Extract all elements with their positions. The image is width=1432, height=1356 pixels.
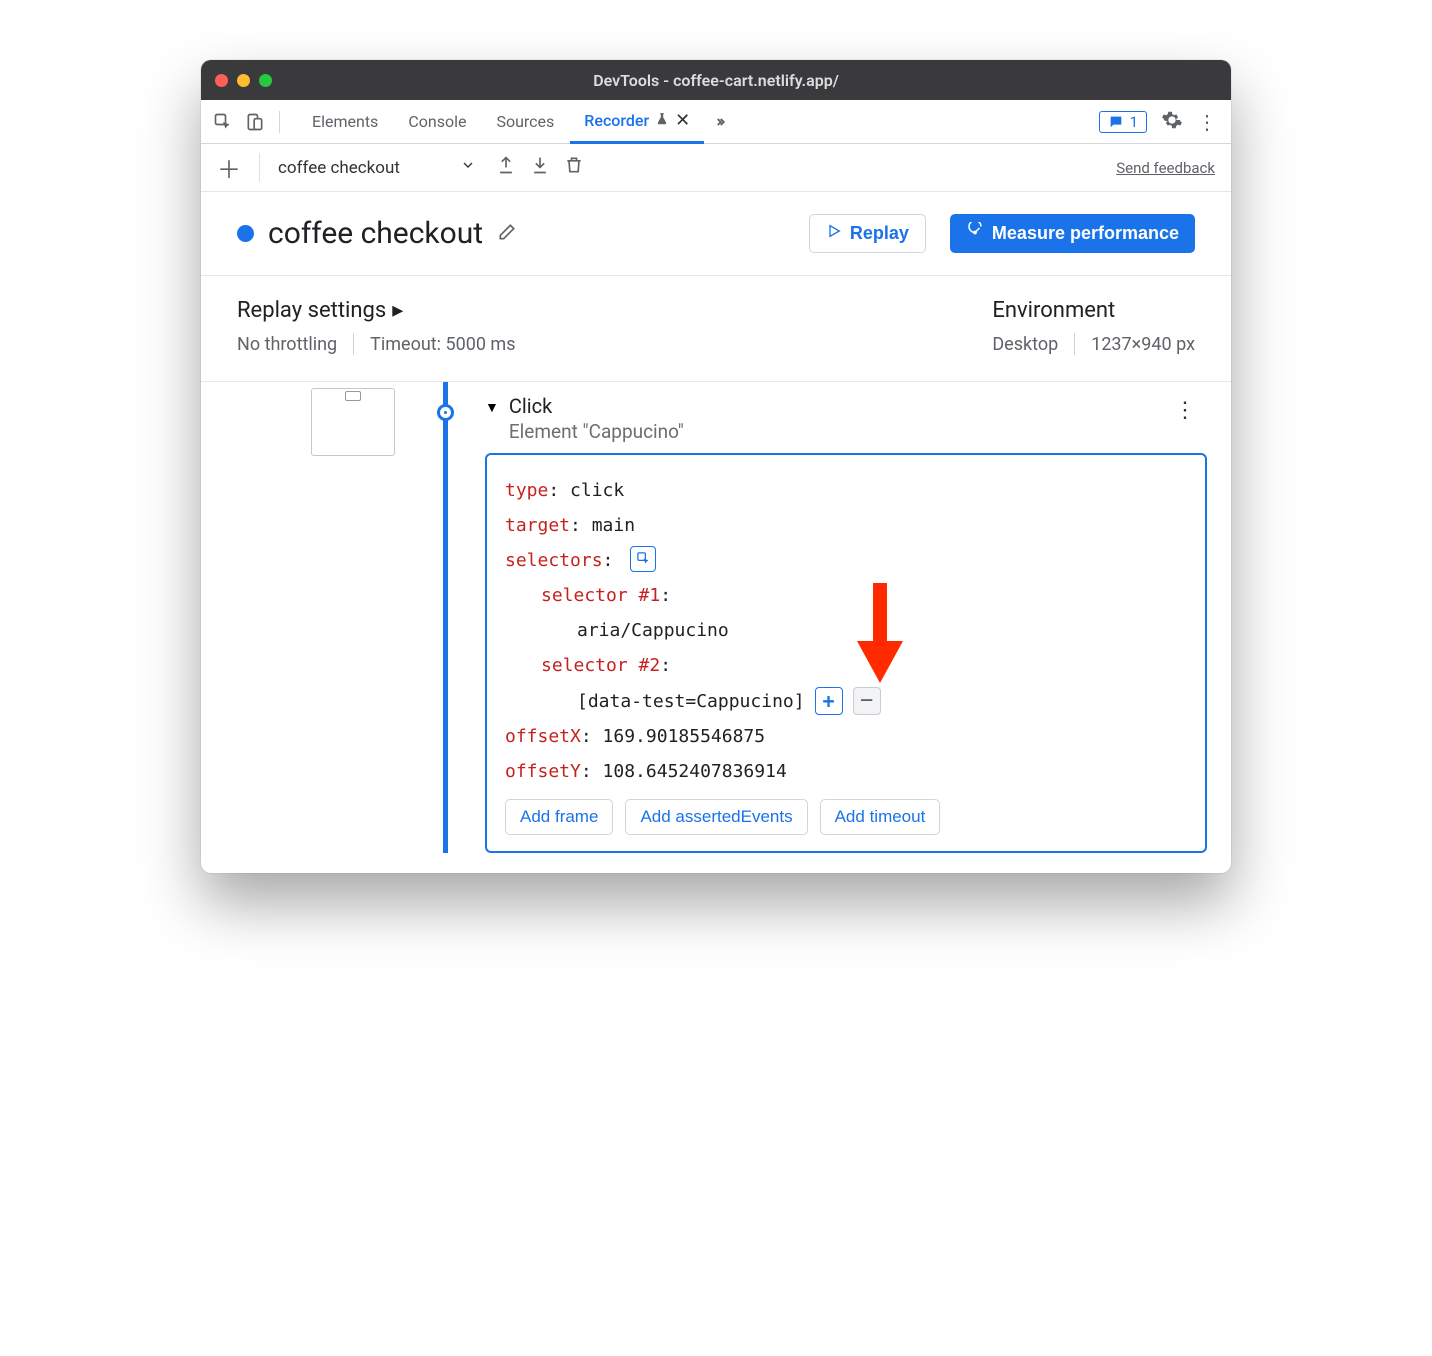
remove-selector-button[interactable]: − (853, 687, 881, 715)
tab-console[interactable]: Console (394, 100, 480, 144)
step-title: Click (509, 394, 684, 418)
feedback-count: 1 (1130, 113, 1138, 131)
play-icon (826, 223, 842, 244)
delete-icon[interactable] (564, 155, 584, 180)
tabstrip-left-icons (209, 108, 296, 136)
feedback-badge[interactable]: 1 (1099, 111, 1147, 133)
recording-indicator-icon (237, 225, 254, 242)
import-icon[interactable] (530, 155, 550, 180)
timeline-marker[interactable] (437, 404, 454, 421)
kebab-menu-icon[interactable]: ⋮ (1197, 110, 1217, 134)
chevron-right-icon: ▸ (392, 298, 403, 323)
selector-2-value[interactable]: [data-test=Cappucino] (577, 684, 805, 719)
step-details-card: type: click target: main selectors: sele… (485, 453, 1207, 853)
recording-select[interactable]: coffee checkout (259, 153, 482, 182)
device-toggle-icon[interactable] (241, 108, 269, 136)
timeout-value: Timeout: 5000 ms (370, 334, 515, 355)
titlebar: DevTools - coffee-cart.netlify.app/ (201, 60, 1231, 100)
gauge-icon (966, 222, 984, 245)
chevron-down-icon (460, 157, 476, 178)
step-body: ▼ Click Element "Cappucino" ⋮ type: clic… (485, 382, 1231, 853)
tab-label: Recorder (584, 111, 649, 130)
send-feedback-link[interactable]: Send feedback (1116, 159, 1215, 177)
annotation-arrow-icon (857, 583, 903, 683)
devtools-tabstrip: Elements Console Sources Recorder ✕ 1 ⋮ (201, 100, 1231, 144)
step-header: ▼ Click Element "Cappucino" ⋮ (485, 394, 1207, 453)
throttling-value: No throttling (237, 334, 337, 355)
add-selector-button[interactable]: + (815, 687, 843, 715)
close-tab-icon[interactable]: ✕ (675, 110, 690, 131)
selector-2-row: [data-test=Cappucino] + − (505, 684, 1187, 719)
close-window-button[interactable] (215, 74, 228, 87)
flask-icon (655, 111, 669, 130)
traffic-lights (215, 74, 272, 87)
element-picker-icon[interactable] (630, 546, 656, 572)
divider (279, 111, 280, 133)
devtools-window: DevTools - coffee-cart.netlify.app/ Elem… (201, 60, 1231, 873)
add-asserted-events-button[interactable]: Add assertedEvents (625, 799, 807, 835)
selector-2-key[interactable]: selector #2: (505, 648, 1187, 683)
maximize-window-button[interactable] (259, 74, 272, 87)
timeline (415, 382, 485, 853)
prop-selectors[interactable]: selectors: (505, 543, 1187, 578)
prop-target[interactable]: target: main (505, 508, 1187, 543)
selector-1-value[interactable]: aria/Cappucino (505, 613, 1187, 648)
button-label: Replay (850, 223, 909, 244)
button-label: Measure performance (992, 223, 1179, 244)
step-kebab-menu[interactable]: ⋮ (1164, 394, 1207, 427)
add-frame-button[interactable]: Add frame (505, 799, 613, 835)
recorder-toolbar: ＋ coffee checkout Send feedback (201, 144, 1231, 192)
tab-label: Console (408, 112, 466, 131)
minimize-window-button[interactable] (237, 74, 250, 87)
device-value: Desktop (992, 334, 1058, 355)
more-tabs-icon[interactable] (706, 108, 740, 136)
replay-settings: Replay settings ▸ No throttling Timeout:… (237, 298, 516, 355)
new-recording-icon[interactable]: ＋ (217, 150, 241, 185)
timeline-line (443, 382, 448, 853)
step-thumbnail[interactable] (311, 388, 395, 456)
tab-sources[interactable]: Sources (482, 100, 568, 144)
environment-values: Desktop 1237×940 px (992, 333, 1195, 355)
card-actions: Add frame Add assertedEvents Add timeout (505, 799, 1187, 835)
replay-settings-values: No throttling Timeout: 5000 ms (237, 333, 516, 355)
recording-title: coffee checkout (268, 216, 483, 251)
edit-title-icon[interactable] (497, 222, 517, 246)
step-title-group: Click Element "Cappucino" (509, 394, 684, 443)
tab-elements[interactable]: Elements (298, 100, 392, 144)
prop-offsety[interactable]: offsetY: 108.6452407836914 (505, 754, 1187, 789)
collapse-icon[interactable]: ▼ (485, 399, 499, 416)
settings-row: Replay settings ▸ No throttling Timeout:… (201, 276, 1231, 382)
tab-recorder[interactable]: Recorder ✕ (570, 100, 704, 144)
prop-type[interactable]: type: click (505, 473, 1187, 508)
settings-title-label: Replay settings (237, 298, 386, 323)
recording-header: coffee checkout Replay Measure performan… (201, 192, 1231, 276)
replay-button[interactable]: Replay (809, 214, 926, 253)
replay-settings-title[interactable]: Replay settings ▸ (237, 298, 516, 323)
measure-performance-button[interactable]: Measure performance (950, 214, 1195, 253)
tabstrip-right: 1 ⋮ (1099, 109, 1223, 135)
add-timeout-button[interactable]: Add timeout (820, 799, 941, 835)
prop-offsetx[interactable]: offsetX: 169.90185546875 (505, 719, 1187, 754)
selector-1-key[interactable]: selector #1: (505, 578, 1187, 613)
window-title: DevTools - coffee-cart.netlify.app/ (593, 71, 839, 90)
divider (353, 333, 354, 355)
tab-label: Sources (496, 112, 554, 131)
environment-settings: Environment Desktop 1237×940 px (992, 298, 1195, 355)
settings-gear-icon[interactable] (1161, 109, 1183, 135)
divider (1074, 333, 1075, 355)
step-thumbnail-column (201, 382, 415, 853)
recording-name: coffee checkout (278, 158, 400, 178)
tab-label: Elements (312, 112, 378, 131)
environment-title: Environment (992, 298, 1115, 323)
viewport-value: 1237×940 px (1091, 334, 1195, 355)
step-subtitle: Element "Cappucino" (509, 420, 684, 443)
inspect-element-icon[interactable] (209, 108, 237, 136)
steps-area: ▼ Click Element "Cappucino" ⋮ type: clic… (201, 382, 1231, 873)
export-icon[interactable] (496, 155, 516, 180)
